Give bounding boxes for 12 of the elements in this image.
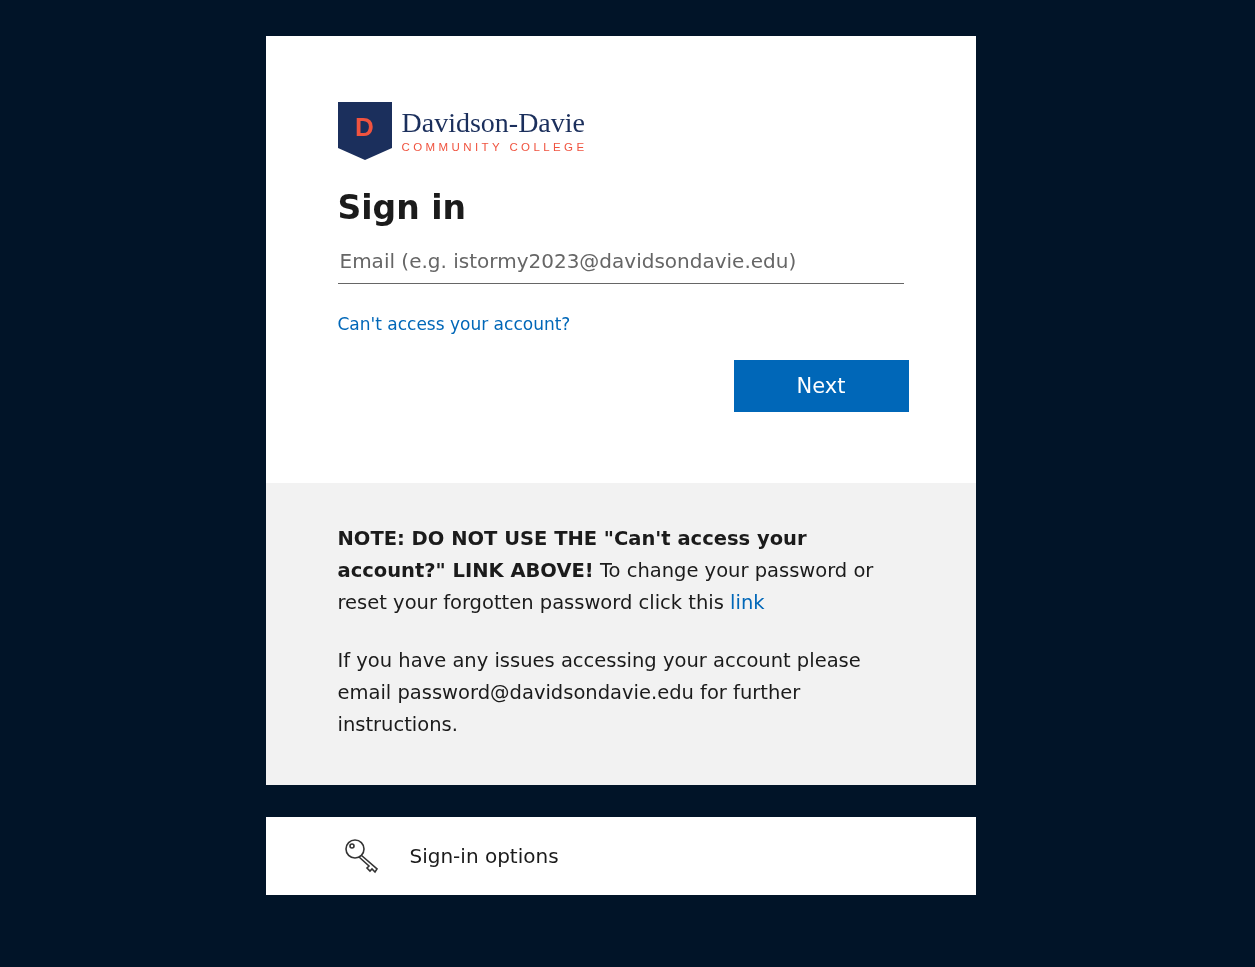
sign-in-options-button[interactable]: Sign-in options [265,817,976,895]
password-reset-link[interactable]: link [730,591,765,614]
college-name: Davidson-Davie [401,109,586,137]
next-button[interactable]: Next [733,360,909,412]
account-help-link[interactable]: Can't access your account? [337,314,571,334]
note-text: If you have any issues accessing your account please email password@davidsondavie.edu for further instructions. [337,648,862,738]
college-subtitle: COMMUNITY COLLEGE [401,141,588,153]
page-title: Sign in [337,188,467,227]
shield-icon [337,102,392,160]
note-text: NOTE: DO NOT USE THE "Can't access your account?" LINK ABOVE! To change your password or reset your forgotten password click this link [337,526,875,616]
key-icon [343,838,380,874]
logo-letter: D [354,114,375,140]
